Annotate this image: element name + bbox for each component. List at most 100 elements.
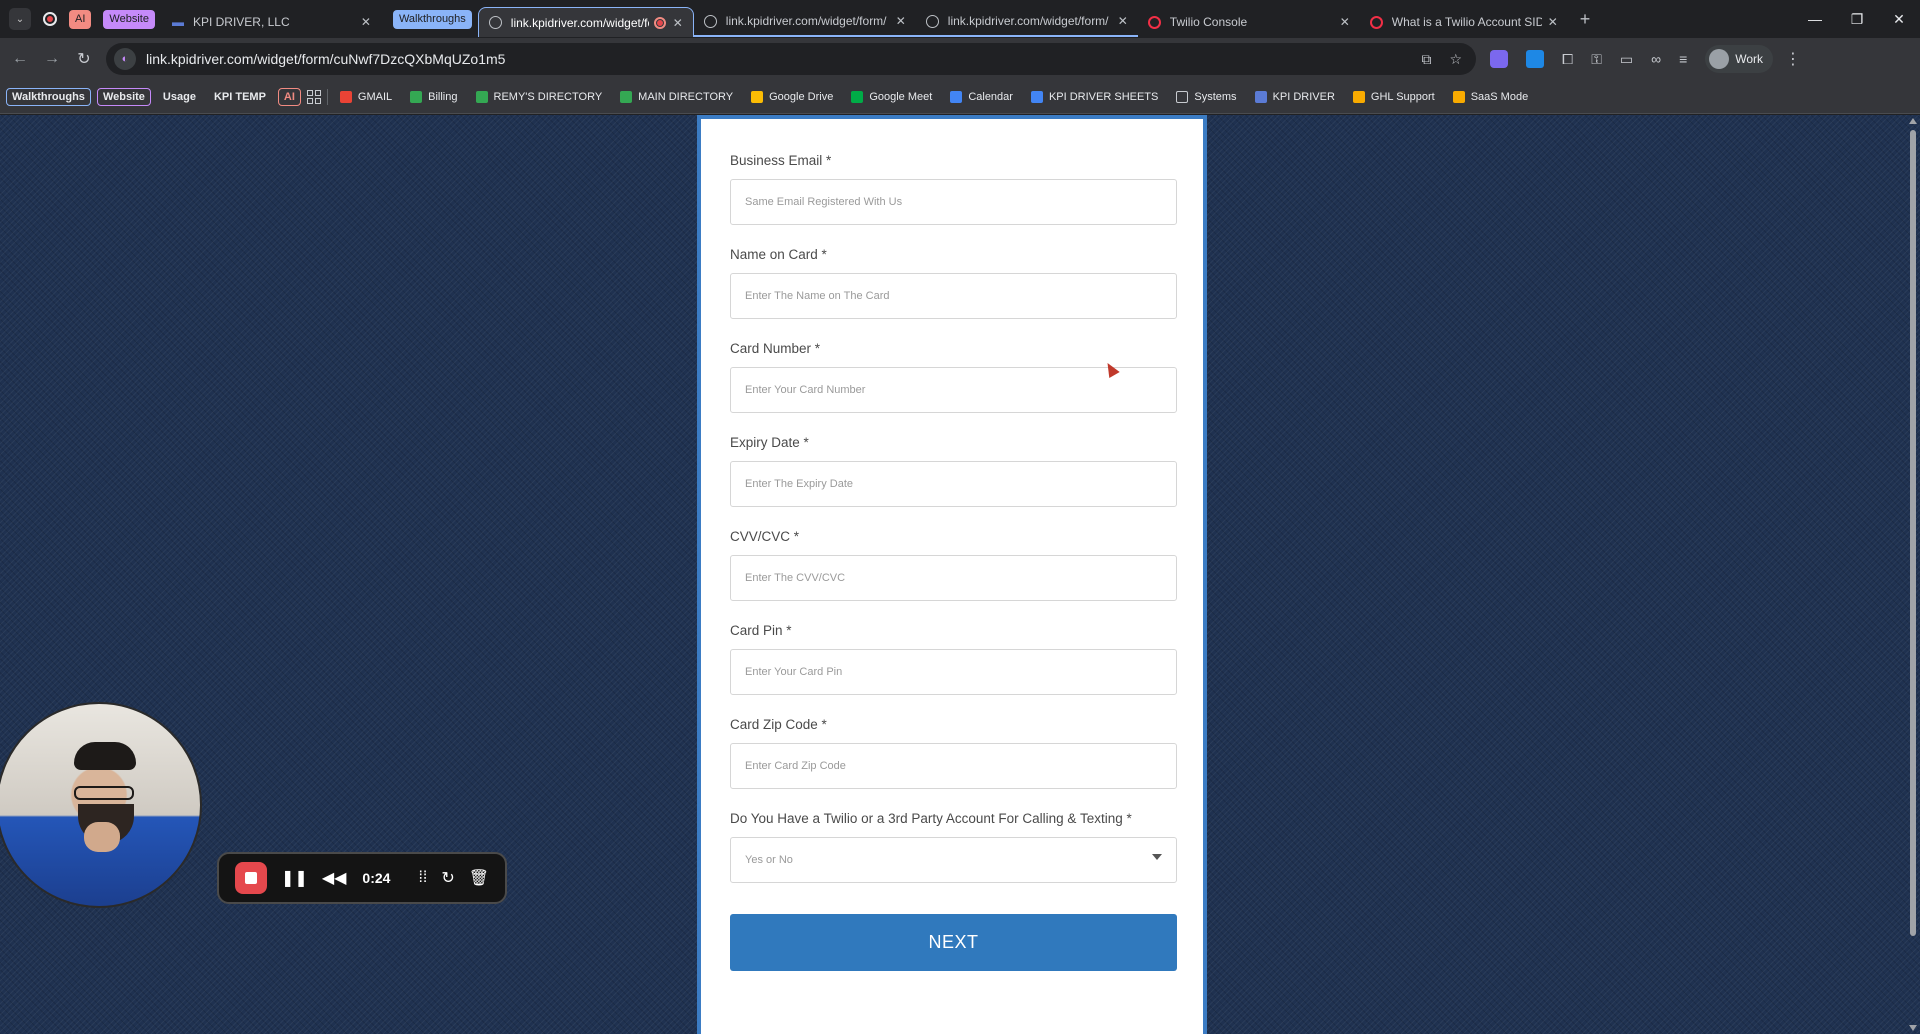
field-label: Business Email * (730, 153, 832, 168)
bookmark-billing[interactable]: Billing (404, 90, 463, 103)
tab-search-icon[interactable]: ⌄ (9, 8, 31, 30)
bookmark-kpi-driver[interactable]: KPI DRIVER (1249, 90, 1341, 103)
bookmark-folder-usage[interactable]: Usage (157, 91, 202, 103)
bookmarks-bar: Walkthroughs Website Usage KPI TEMP AI G… (0, 80, 1920, 114)
close-icon[interactable]: ✕ (896, 14, 906, 28)
card-pin-field: Card Pin * Enter Your Card Pin (730, 623, 1177, 695)
card-zip-input[interactable]: Enter Card Zip Code (730, 743, 1177, 789)
tab-twilio-sid[interactable]: What is a Twilio Account SID an ✕ (1360, 7, 1568, 37)
address-bar[interactable]: ◐ link.kpidriver.com/widget/form/cuNwf7D… (106, 43, 1476, 75)
close-icon[interactable]: ✕ (673, 16, 683, 30)
bookmark-ghl-support[interactable]: GHL Support (1347, 90, 1441, 103)
install-app-icon[interactable]: ⧉ (1421, 51, 1431, 68)
recording-timer: 0:24 (362, 870, 391, 886)
tab-form-3[interactable]: link.kpidriver.com/widget/form/ ✕ (915, 7, 1138, 37)
bookmark-remys-directory[interactable]: REMY'S DIRECTORY (470, 90, 609, 103)
page-scrollbar[interactable] (1908, 118, 1918, 1031)
forward-arrow-icon[interactable]: → (36, 43, 68, 75)
card-pin-input[interactable]: Enter Your Card Pin (730, 649, 1177, 695)
close-icon[interactable]: ✕ (1548, 15, 1558, 29)
stop-recording-button[interactable] (235, 862, 267, 894)
rewind-icon[interactable]: ◀◀ (322, 868, 347, 888)
bookmark-saas-mode[interactable]: SaaS Mode (1447, 90, 1534, 103)
browser-menu-icon[interactable]: ⋮ (1785, 49, 1801, 69)
bookmark-group-website[interactable]: Website (96, 87, 151, 106)
reload-icon[interactable]: ↻ (68, 43, 100, 75)
bookmark-group-ai[interactable]: AI (277, 87, 301, 106)
bookmark-gmail[interactable]: GMAIL (334, 90, 398, 103)
bookmark-label: KPI DRIVER SHEETS (1048, 90, 1159, 103)
globe-icon (926, 14, 940, 28)
extension-icon[interactable] (1490, 50, 1508, 68)
business-email-input[interactable]: Same Email Registered With Us (730, 179, 1177, 225)
bookmark-systems[interactable]: Systems (1170, 90, 1242, 103)
url-text[interactable]: link.kpidriver.com/widget/form/cuNwf7Dzc… (146, 51, 505, 67)
field-label: CVV/CVC * (730, 529, 800, 544)
close-icon[interactable]: ✕ (1340, 15, 1350, 29)
close-icon[interactable]: ✕ (361, 15, 371, 29)
payment-form: Business Email * Same Email Registered W… (697, 115, 1207, 1034)
site-info-icon[interactable]: ◐ (114, 48, 136, 70)
webcam-bubble[interactable] (0, 702, 202, 908)
minimize-icon[interactable]: — (1794, 0, 1836, 38)
profile-button[interactable]: Work (1705, 45, 1774, 73)
webcam-presenter-hand (84, 822, 120, 852)
screen-recorder-extension-icon[interactable] (1526, 50, 1544, 68)
browser-tab-strip: ⌄ AI Website ▬ KPI DRIVER, LLC ✕ Walkthr… (0, 0, 1920, 38)
drawing-grid-icon[interactable]: ⁞⁞ (418, 869, 427, 887)
scrollbar-thumb[interactable] (1910, 130, 1916, 936)
scroll-up-icon[interactable] (1909, 118, 1917, 124)
expiry-date-field: Expiry Date * Enter The Expiry Date (730, 435, 1177, 507)
password-key-icon[interactable]: ⚿ (1591, 51, 1602, 68)
bookmark-google-drive[interactable]: Google Drive (745, 90, 839, 103)
back-arrow-icon[interactable]: ← (4, 43, 36, 75)
tab-form-active[interactable]: link.kpidriver.com/widget/fo ✕ (477, 7, 694, 37)
trash-icon[interactable]: 🗑 (469, 868, 489, 888)
bookmark-label: Billing (428, 90, 458, 103)
bookmark-label: Calendar (968, 90, 1013, 103)
expiry-date-input[interactable]: Enter The Expiry Date (730, 461, 1177, 507)
pause-icon[interactable]: ❚❚ (281, 868, 308, 888)
kpi-logo-icon (1254, 90, 1267, 103)
close-icon[interactable]: ✕ (1118, 14, 1128, 28)
tab-group-walkthroughs[interactable]: Walkthroughs (392, 9, 472, 29)
scroll-down-icon[interactable] (1909, 1025, 1917, 1031)
recording-tab-icon[interactable] (43, 12, 57, 26)
apps-grid-icon[interactable] (306, 89, 321, 104)
tab-title: What is a Twilio Account SID an (1391, 15, 1542, 29)
bookmark-kpi-driver-sheets[interactable]: KPI DRIVER SHEETS (1025, 90, 1164, 103)
tab-twilio-console[interactable]: Twilio Console ✕ (1138, 7, 1360, 37)
bookmark-star-icon[interactable]: ☆ (1449, 51, 1462, 68)
field-label: Expiry Date * (730, 435, 809, 450)
bookmark-folder-kpi-temp[interactable]: KPI TEMP (208, 91, 272, 103)
avatar (1709, 49, 1730, 69)
bookmark-google-meet[interactable]: Google Meet (845, 90, 938, 103)
bookmark-label: Google Meet (869, 90, 933, 103)
tab-group-website[interactable]: Website (103, 9, 155, 29)
reading-list-icon[interactable]: ≡ (1679, 51, 1687, 67)
bookmark-group-walkthroughs[interactable]: Walkthroughs (6, 87, 91, 106)
extensions-puzzle-icon[interactable]: ⧠ (1562, 51, 1573, 68)
field-label: Name on Card * (730, 247, 827, 262)
tab-title: link.kpidriver.com/widget/form/ (725, 14, 887, 28)
tab-title: Twilio Console (1169, 15, 1248, 29)
twilio-account-select[interactable]: Yes or No (730, 837, 1177, 883)
sheets-icon (475, 90, 488, 103)
field-label: Do You Have a Twilio or a 3rd Party Acco… (730, 811, 1132, 826)
restart-icon[interactable]: ↻ (441, 868, 454, 888)
name-on-card-input[interactable]: Enter The Name on The Card (730, 273, 1177, 319)
window-close-icon[interactable]: ✕ (1878, 0, 1920, 38)
bookmark-main-directory[interactable]: MAIN DIRECTORY (614, 90, 739, 103)
tab-kpi-driver[interactable]: ▬ KPI DRIVER, LLC ✕ (161, 7, 381, 37)
link-icon[interactable]: ∞ (1651, 51, 1661, 67)
card-zip-field: Card Zip Code * Enter Card Zip Code (730, 717, 1177, 789)
cvv-input[interactable]: Enter The CVV/CVC (730, 555, 1177, 601)
tab-form-2[interactable]: link.kpidriver.com/widget/form/ ✕ (693, 7, 916, 37)
payment-card-icon[interactable]: ▭ (1620, 51, 1633, 68)
restore-icon[interactable]: ❐ (1836, 0, 1878, 38)
next-button[interactable]: NEXT (730, 914, 1177, 971)
new-tab-icon[interactable]: + (1580, 9, 1591, 30)
bookmark-calendar[interactable]: Calendar (944, 90, 1019, 103)
twilio-account-field: Do You Have a Twilio or a 3rd Party Acco… (730, 811, 1177, 883)
tab-group-ai[interactable]: AI (69, 9, 92, 29)
